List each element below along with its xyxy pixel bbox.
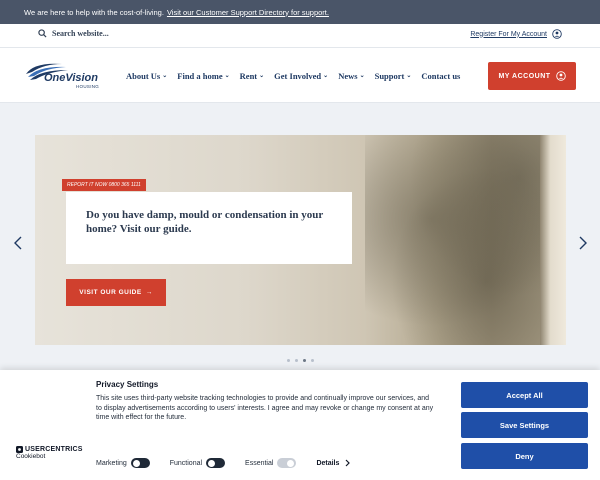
toggle-label: Essential (245, 459, 274, 467)
wall-corner (540, 135, 566, 345)
slider-dots (287, 359, 314, 362)
slider-dot-active[interactable] (303, 359, 306, 362)
cookiebot-text: Cookiebot (16, 453, 46, 460)
slider-dot[interactable] (311, 359, 314, 362)
deny-button[interactable]: Deny (461, 443, 588, 469)
logo-subtext: HOUSING (76, 84, 100, 89)
nav-label: Find a home (177, 70, 223, 81)
nav-label: Get Involved (274, 70, 322, 81)
register-label: Register For My Account (470, 30, 547, 38)
support-directory-link[interactable]: Visit our Customer Support Directory for… (167, 8, 329, 17)
accept-all-button[interactable]: Accept All (461, 382, 588, 408)
main-header: OneVision HOUSING About Us ⌄ Find a home… (0, 48, 600, 103)
hero-title: Do you have damp, mould or condensation … (86, 209, 324, 235)
chevron-down-icon: ⌄ (259, 73, 265, 79)
slider-prev-button[interactable] (11, 234, 25, 252)
my-account-label: MY ACCOUNT (498, 72, 551, 80)
toggle-label: Functional (169, 459, 203, 467)
save-settings-button[interactable]: Save Settings (461, 412, 588, 438)
announcement-text: We are here to help with the cost-of-liv… (24, 7, 164, 17)
chevron-down-icon: ⌄ (323, 73, 329, 79)
details-link[interactable]: Details (316, 459, 351, 467)
nav-label: Contact us (421, 70, 461, 81)
chevron-down-icon: ⌄ (162, 73, 168, 79)
search-label: Search website... (52, 29, 109, 38)
slider-next-button[interactable] (576, 234, 590, 252)
search-icon (38, 29, 47, 38)
mould-wall-texture (365, 135, 566, 345)
report-it-tag: REPORT IT NOW 0800 365 1111 (62, 179, 146, 191)
hero-card: Do you have damp, mould or condensation … (66, 192, 352, 264)
nav-about-us[interactable]: About Us ⌄ (126, 71, 167, 81)
slider-dot[interactable] (295, 359, 298, 362)
chevron-down-icon: ⌄ (224, 73, 230, 79)
visit-guide-label: VISIT OUR GUIDE (79, 289, 142, 296)
search-website[interactable]: Search website... (38, 29, 109, 38)
nav-news[interactable]: News ⌄ (338, 71, 364, 81)
register-account-link[interactable]: Register For My Account (470, 29, 562, 39)
chevron-right-icon (345, 459, 351, 467)
nav-rent[interactable]: Rent ⌄ (240, 71, 265, 81)
usercentrics-logo: USERCENTRICS Cookiebot (16, 446, 83, 460)
chevron-left-icon (14, 236, 22, 250)
privacy-settings-text: This site uses third-party website track… (96, 395, 434, 421)
my-account-button[interactable]: MY ACCOUNT (488, 62, 576, 90)
marketing-toggle[interactable]: Marketing (96, 458, 150, 468)
nav-label: Rent (239, 70, 258, 81)
visit-guide-button[interactable]: VISIT OUR GUIDE → (66, 279, 166, 306)
privacy-settings-title: Privacy Settings (96, 380, 159, 389)
essential-toggle: Essential (245, 458, 297, 468)
chevron-right-icon (579, 236, 587, 250)
chevron-down-icon: ⌄ (359, 73, 365, 79)
nav-label: News (338, 70, 358, 81)
nav-label: Support (374, 70, 405, 81)
user-icon (552, 29, 562, 39)
toggle-switch[interactable] (130, 458, 150, 468)
nav-get-involved[interactable]: Get Involved ⌄ (274, 71, 328, 81)
user-icon (555, 71, 566, 81)
functional-toggle[interactable]: Functional (169, 458, 226, 468)
utility-bar: Search website... Register For My Accoun… (0, 24, 600, 48)
slider-dot[interactable] (287, 359, 290, 362)
toggle-switch[interactable] (206, 458, 226, 468)
chevron-down-icon: ⌄ (406, 73, 412, 79)
arrow-right-icon: → (145, 289, 153, 296)
toggle-label: Marketing (96, 459, 127, 467)
usercentrics-icon (16, 446, 23, 453)
nav-contact-us[interactable]: Contact us (421, 71, 460, 81)
primary-nav: About Us ⌄ Find a home ⌄ Rent ⌄ Get Invo… (126, 48, 460, 103)
announcement-bar: We are here to help with the cost-of-liv… (0, 0, 600, 24)
consent-toggles: Marketing Functional Essential Details (96, 458, 351, 468)
logo-text: OneVision (44, 72, 98, 84)
nav-find-a-home[interactable]: Find a home ⌄ (177, 71, 229, 81)
onevision-logo[interactable]: OneVision HOUSING (24, 60, 104, 90)
nav-support[interactable]: Support ⌄ (375, 71, 412, 81)
details-label: Details (316, 459, 340, 467)
toggle-switch-disabled (277, 458, 297, 468)
usercentrics-text: USERCENTRICS (25, 446, 83, 453)
nav-label: About Us (126, 70, 161, 81)
